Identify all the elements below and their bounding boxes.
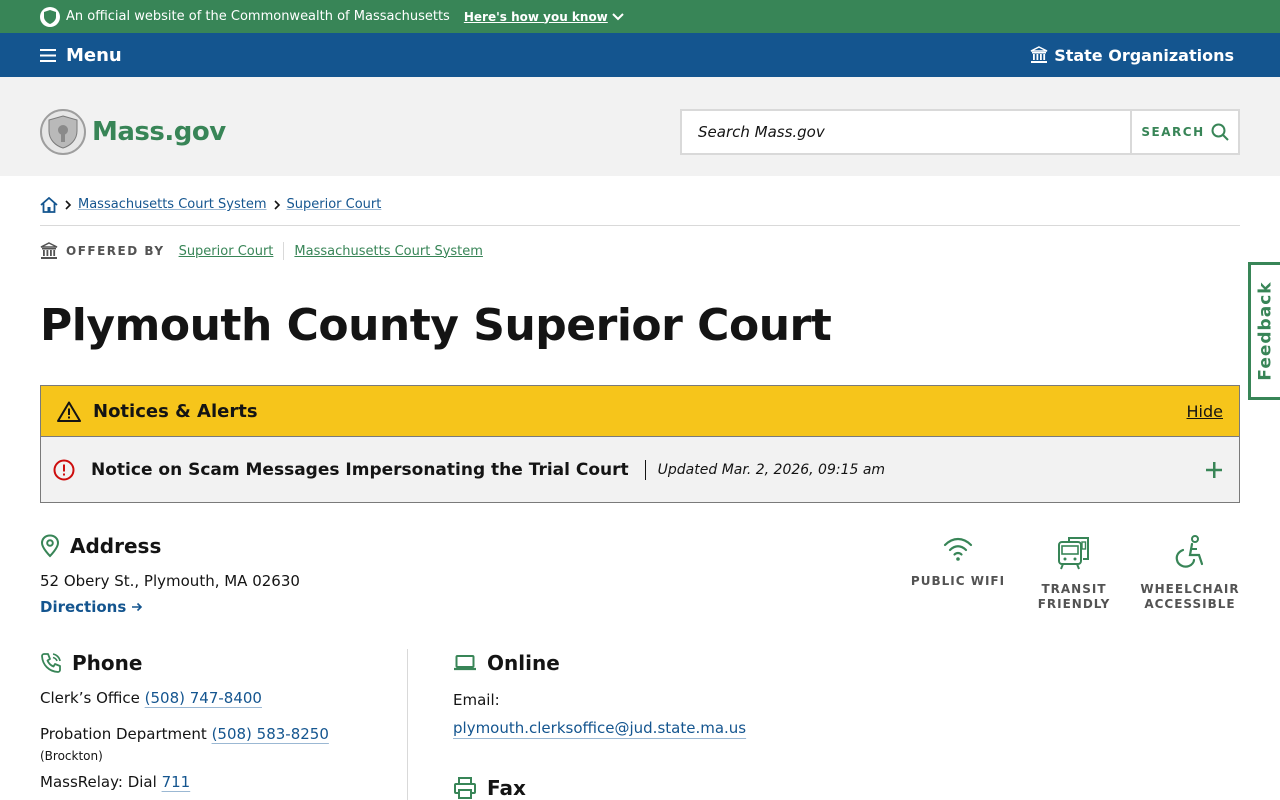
offered-by-superior-court[interactable]: Superior Court (179, 244, 274, 259)
alert-updated: Updated Mar. 2, 2026, 09:15 am (657, 461, 886, 478)
phone-row-probation: Probation Department (508) 583-8250 (40, 725, 400, 743)
amenity-label-line: WHEELCHAIR (1140, 582, 1240, 596)
phone-icon (41, 653, 61, 673)
feedback-label: Feedback (1255, 281, 1276, 381)
offered-by-court-system[interactable]: Massachusetts Court System (294, 244, 483, 259)
search-input[interactable] (682, 111, 1130, 153)
building-icon (1030, 46, 1048, 63)
commonwealth-seal-icon (40, 109, 86, 155)
directions-link[interactable]: Directions (40, 598, 143, 616)
warning-icon (57, 401, 81, 422)
amenity-label-line: ACCESSIBLE (1144, 597, 1236, 611)
breadcrumb-item-court-system[interactable]: Massachusetts Court System (78, 197, 267, 212)
phone-label: MassRelay: Dial (40, 773, 157, 791)
phone-heading-text: Phone (72, 651, 143, 675)
phone-number-link[interactable]: 711 (162, 773, 191, 791)
building-icon (40, 242, 58, 259)
column-divider (407, 649, 408, 800)
feedback-button[interactable]: Feedback (1248, 262, 1280, 400)
seal-icon (40, 6, 60, 27)
address-line: 52 Obery St., Plymouth, MA 02630 (40, 572, 300, 590)
offered-by: OFFERED BY Superior Court Massachusetts … (40, 242, 483, 260)
location-pin-icon (40, 534, 60, 558)
transit-icon (1058, 537, 1089, 570)
address-heading: Address (40, 534, 300, 558)
online-heading: Online (453, 651, 746, 675)
phone-row-massrelay: MassRelay: Dial 711 (40, 773, 400, 791)
amenity-label-line: PUBLIC WIFI (910, 574, 1006, 588)
menu-label: Menu (66, 44, 122, 66)
fax-heading-text: Fax (487, 776, 526, 800)
top-nav-bar: Menu State Organizations (0, 33, 1280, 77)
hide-alerts-button[interactable]: Hide (1187, 402, 1223, 421)
chevron-right-icon (64, 199, 72, 210)
amenities: PUBLIC WIFI TRANSIT FRIENDLY WHEELCHAIR AC… (900, 534, 1248, 612)
phone-note: (Brockton) (40, 749, 103, 763)
phone-heading: Phone (40, 651, 400, 675)
official-site-banner: An official website of the Commonwealth … (0, 0, 1280, 33)
notices-alerts: Notices & Alerts Hide Notice on Scam Mes… (40, 385, 1240, 503)
menu-button[interactable]: Menu (40, 45, 122, 66)
alert-title: Notice on Scam Messages Impersonating th… (91, 459, 629, 480)
phone-row-clerk: Clerk’s Office (508) 747-8400 (40, 689, 400, 707)
amenity-label-line: TRANSIT (1041, 582, 1107, 596)
alerts-title-text: Notices & Alerts (93, 400, 258, 422)
amenity-label: WHEELCHAIR ACCESSIBLE (1140, 582, 1239, 612)
search-button[interactable]: SEARCH (1130, 111, 1238, 153)
amenity-transit-friendly: TRANSIT FRIENDLY (1016, 534, 1132, 612)
mass-gov-logo[interactable]: Mass.gov (40, 109, 226, 155)
amenity-wheelchair-accessible: WHEELCHAIR ACCESSIBLE (1132, 534, 1248, 612)
offered-by-label: OFFERED BY (66, 244, 165, 258)
email-link[interactable]: plymouth.clerksoffice@jud.state.ma.us (453, 719, 746, 737)
logo-text: Mass.gov (92, 117, 226, 147)
state-organizations-button[interactable]: State Organizations (1030, 46, 1234, 65)
online-section: Online Email: plymouth.clerksoffice@jud.… (453, 651, 746, 737)
search-icon (1211, 123, 1229, 141)
phone-number-link[interactable]: (508) 583-8250 (212, 725, 329, 743)
search-button-label: SEARCH (1141, 125, 1205, 139)
alerts-header: Notices & Alerts Hide (41, 386, 1239, 437)
wifi-icon (943, 537, 973, 561)
email-label: Email: (453, 691, 500, 709)
how-you-know-toggle[interactable]: Here's how you know (464, 10, 624, 24)
wheelchair-icon (1175, 535, 1204, 568)
amenity-label: TRANSIT FRIENDLY (1038, 582, 1111, 612)
home-icon[interactable] (40, 196, 58, 213)
arrow-right-icon (132, 602, 143, 612)
alerts-title: Notices & Alerts (57, 401, 258, 422)
online-heading-text: Online (487, 651, 560, 675)
state-organizations-label: State Organizations (1054, 45, 1234, 65)
hamburger-icon (40, 48, 56, 62)
amenity-public-wifi: PUBLIC WIFI (900, 534, 1016, 612)
directions-label: Directions (40, 598, 127, 616)
address-section: Address 52 Obery St., Plymouth, MA 02630… (40, 534, 300, 616)
divider (283, 242, 285, 260)
chevron-down-icon (612, 12, 624, 20)
site-header: Mass.gov SEARCH (0, 77, 1280, 176)
phone-label: Clerk’s Office (40, 689, 140, 707)
laptop-icon (454, 655, 476, 671)
phone-label: Probation Department (40, 725, 207, 743)
phone-number-link[interactable]: (508) 747-8400 (145, 689, 262, 707)
breadcrumb: Massachusetts Court System Superior Cour… (40, 192, 1240, 226)
address-heading-text: Address (70, 534, 162, 558)
phone-section: Phone Clerk’s Office (508) 747-8400 Prob… (40, 651, 400, 791)
official-site-text: An official website of the Commonwealth … (66, 9, 450, 24)
how-you-know-label: Here's how you know (463, 9, 608, 24)
fax-heading: Fax (453, 776, 526, 800)
fax-section: Fax (453, 776, 526, 800)
page-title: Plymouth County Superior Court (40, 300, 832, 351)
divider (644, 459, 646, 480)
amenity-label-line: FRIENDLY (1037, 597, 1111, 611)
chevron-right-icon (273, 199, 281, 210)
printer-icon (454, 777, 476, 799)
plus-icon[interactable] (1205, 461, 1223, 479)
alert-item[interactable]: Notice on Scam Messages Impersonating th… (41, 437, 1239, 502)
search-form: SEARCH (680, 109, 1240, 155)
alert-circle-icon (53, 459, 75, 480)
breadcrumb-item-superior-court[interactable]: Superior Court (287, 197, 382, 212)
amenity-label: PUBLIC WIFI (911, 574, 1005, 589)
